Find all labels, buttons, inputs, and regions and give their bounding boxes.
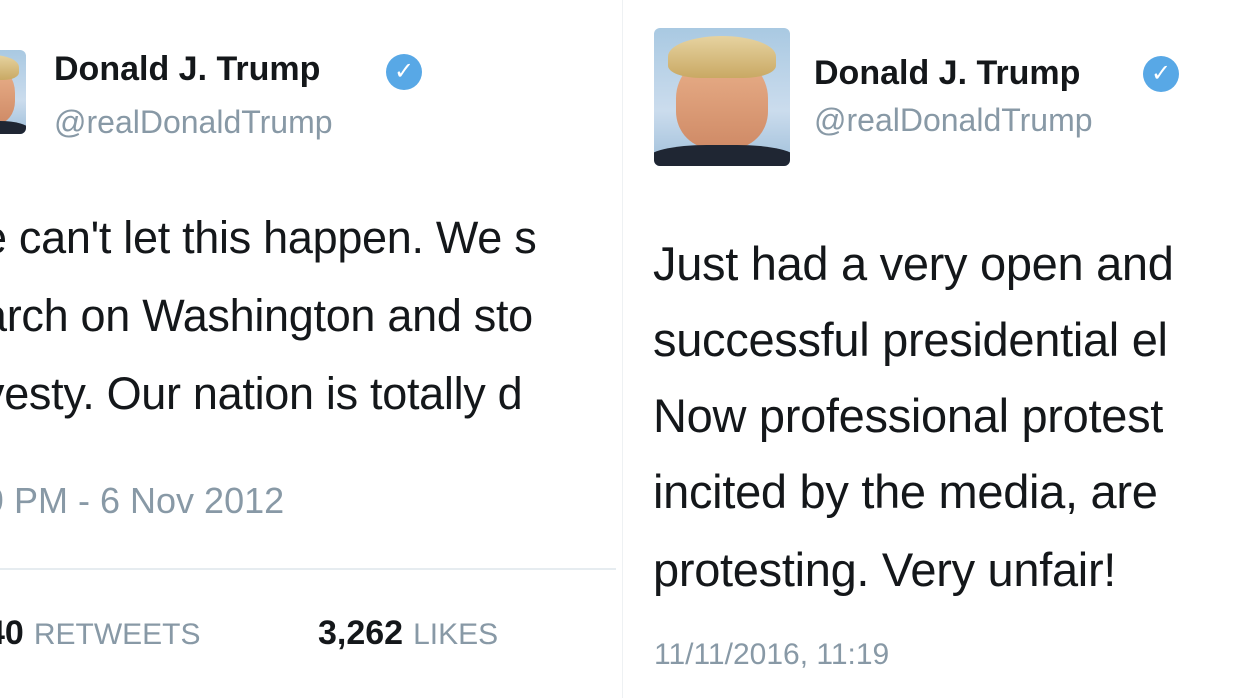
right-user-handle[interactable]: @realDonaldTrump bbox=[814, 102, 1093, 139]
right-tweet-timestamp[interactable]: 11/11/2016, 11:19 bbox=[654, 638, 889, 672]
left-tweet-text-line-1: e can't let this happen. We s bbox=[0, 212, 537, 263]
left-tweet-timestamp[interactable]: 9 PM - 6 Nov 2012 bbox=[0, 480, 284, 522]
tweet-divider bbox=[0, 568, 616, 570]
left-tweet-panel: Donald J. Trump ✓ @realDonaldTrump e can… bbox=[0, 0, 620, 698]
verified-badge-icon: ✓ bbox=[1143, 56, 1179, 92]
likes-label: LIKES bbox=[413, 618, 499, 651]
right-profile-avatar[interactable] bbox=[654, 28, 790, 166]
right-tweet-text-line-1: Just had a very open and bbox=[653, 237, 1174, 290]
left-user-handle[interactable]: @realDonaldTrump bbox=[54, 104, 333, 141]
right-tweet-text-line-4: incited by the media, are bbox=[653, 465, 1158, 518]
likes-stat[interactable]: 3,262 LIKES bbox=[318, 614, 498, 653]
retweets-stat[interactable]: 40 RETWEETS bbox=[0, 614, 201, 653]
right-tweet-text-line-5: protesting. Very unfair! bbox=[653, 543, 1117, 596]
verified-badge-icon: ✓ bbox=[386, 54, 422, 90]
retweets-count: 40 bbox=[0, 614, 24, 652]
left-display-name[interactable]: Donald J. Trump bbox=[54, 50, 320, 89]
left-profile-avatar[interactable] bbox=[0, 50, 26, 134]
right-display-name[interactable]: Donald J. Trump bbox=[814, 54, 1080, 93]
right-tweet-text-line-3: Now professional protest bbox=[653, 389, 1164, 442]
right-tweet-text-line-2: successful presidential el bbox=[653, 313, 1168, 366]
left-tweet-text-line-2: arch on Washington and sto bbox=[0, 290, 533, 341]
retweets-label: RETWEETS bbox=[33, 618, 201, 651]
right-tweet-panel: Donald J. Trump ✓ @realDonaldTrump Just … bbox=[622, 0, 1245, 698]
likes-count: 3,262 bbox=[318, 614, 404, 652]
left-tweet-text-line-3: vesty. Our nation is totally d bbox=[0, 368, 523, 419]
